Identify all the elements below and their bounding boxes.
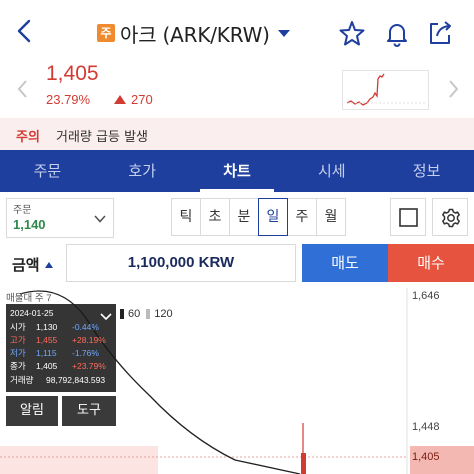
coin-title: 아크 (ARK/KRW) — [120, 22, 270, 47]
tooltip-row-close: 종가 1,405 +23.79% — [10, 361, 106, 371]
tab-orderbook[interactable]: 호가 — [95, 150, 190, 192]
amount-label: 금액 — [12, 256, 40, 274]
candle-tooltip: 2024-01-25 시가 1,130 -0.44% 고가 1,455 +28.19% … — [6, 304, 116, 392]
ma120-swatch — [146, 309, 151, 319]
chevron-down-icon — [93, 211, 107, 230]
tooltip-row-low: 저가 1,115 -1.76% — [10, 348, 99, 358]
warning-banner: 주의 거래량 급등 발생 — [0, 118, 474, 150]
up-triangle-icon — [114, 95, 126, 104]
ma60-swatch — [120, 309, 124, 319]
app-header: 주 아크 (ARK/KRW) — [0, 0, 474, 62]
period-minute[interactable]: 분 — [229, 198, 259, 236]
y-tick-1646: 1,646 — [412, 290, 440, 302]
tooltip-row-high: 고가 1,455 +28.19% — [10, 335, 106, 345]
market-badge: 주 — [97, 24, 115, 42]
tools-button[interactable]: 도구 — [62, 396, 116, 426]
tooltip-collapse-chevron-icon[interactable] — [100, 307, 112, 326]
current-price-tag: 1,405 — [412, 451, 440, 463]
sell-button[interactable]: 매도 — [302, 244, 388, 282]
chart-overlay-label: 매물대 주 7 — [6, 293, 52, 304]
alert-button[interactable]: 알림 — [6, 396, 58, 426]
settings-gear-icon[interactable] — [432, 198, 468, 236]
share-icon[interactable] — [425, 18, 455, 48]
change-amount-value: 270 — [131, 92, 153, 107]
tooltip-date: 2024-01-25 — [10, 308, 54, 318]
warning-text: 거래량 급등 발생 — [56, 130, 148, 145]
tooltip-row-volume: 거래량 98,792,843.593 — [10, 375, 106, 385]
amount-triangle-icon — [44, 261, 53, 268]
tab-order[interactable]: 주문 — [0, 150, 95, 192]
change-percent: 23.79% — [46, 92, 91, 107]
prev-coin-chevron-icon[interactable] — [16, 78, 30, 100]
y-tick-1448: 1,448 — [412, 421, 440, 433]
chart-type-square-button[interactable] — [390, 198, 426, 236]
order-type-label: 주문 — [13, 205, 32, 216]
order-type-value: 1,140 — [13, 217, 46, 232]
bell-icon[interactable] — [382, 18, 412, 48]
period-second[interactable]: 초 — [200, 198, 230, 236]
next-coin-chevron-icon[interactable] — [446, 78, 460, 100]
period-week[interactable]: 주 — [287, 198, 317, 236]
order-type-select[interactable]: 주문 1,140 — [6, 198, 114, 238]
mini-chart[interactable] — [342, 70, 429, 110]
period-tick[interactable]: 틱 — [171, 198, 201, 236]
tab-chart[interactable]: 차트 — [190, 150, 285, 192]
change-amount: 270 — [114, 92, 153, 107]
warning-label: 주의 — [16, 130, 40, 145]
period-selector: 틱 초 분 일 주 월 — [171, 198, 346, 236]
amount-input[interactable]: 1,100,000 KRW — [66, 244, 296, 282]
dropdown-caret-icon — [277, 29, 290, 37]
ma-legend: 60 120 — [120, 308, 173, 320]
tab-bar: 주문 호가 차트 시세 정보 — [0, 150, 474, 192]
coin-selector[interactable]: 주 아크 (ARK/KRW) — [97, 20, 290, 47]
candle-body — [301, 453, 306, 474]
current-price: 1,405 — [46, 62, 99, 85]
tooltip-row-open: 시가 1,130 -0.44% — [10, 322, 99, 332]
ma120-label: 120 — [154, 308, 173, 320]
period-month[interactable]: 월 — [316, 198, 346, 236]
volume-band — [0, 446, 158, 474]
star-icon[interactable] — [337, 18, 367, 48]
buy-button[interactable]: 매수 — [388, 244, 474, 282]
period-day[interactable]: 일 — [258, 198, 288, 236]
tab-quotes[interactable]: 시세 — [284, 150, 379, 192]
ma60-label: 60 — [128, 308, 141, 320]
amount-mode-toggle[interactable]: 금액 — [12, 254, 53, 275]
tab-info[interactable]: 정보 — [379, 150, 474, 192]
back-chevron-icon[interactable] — [10, 16, 40, 46]
